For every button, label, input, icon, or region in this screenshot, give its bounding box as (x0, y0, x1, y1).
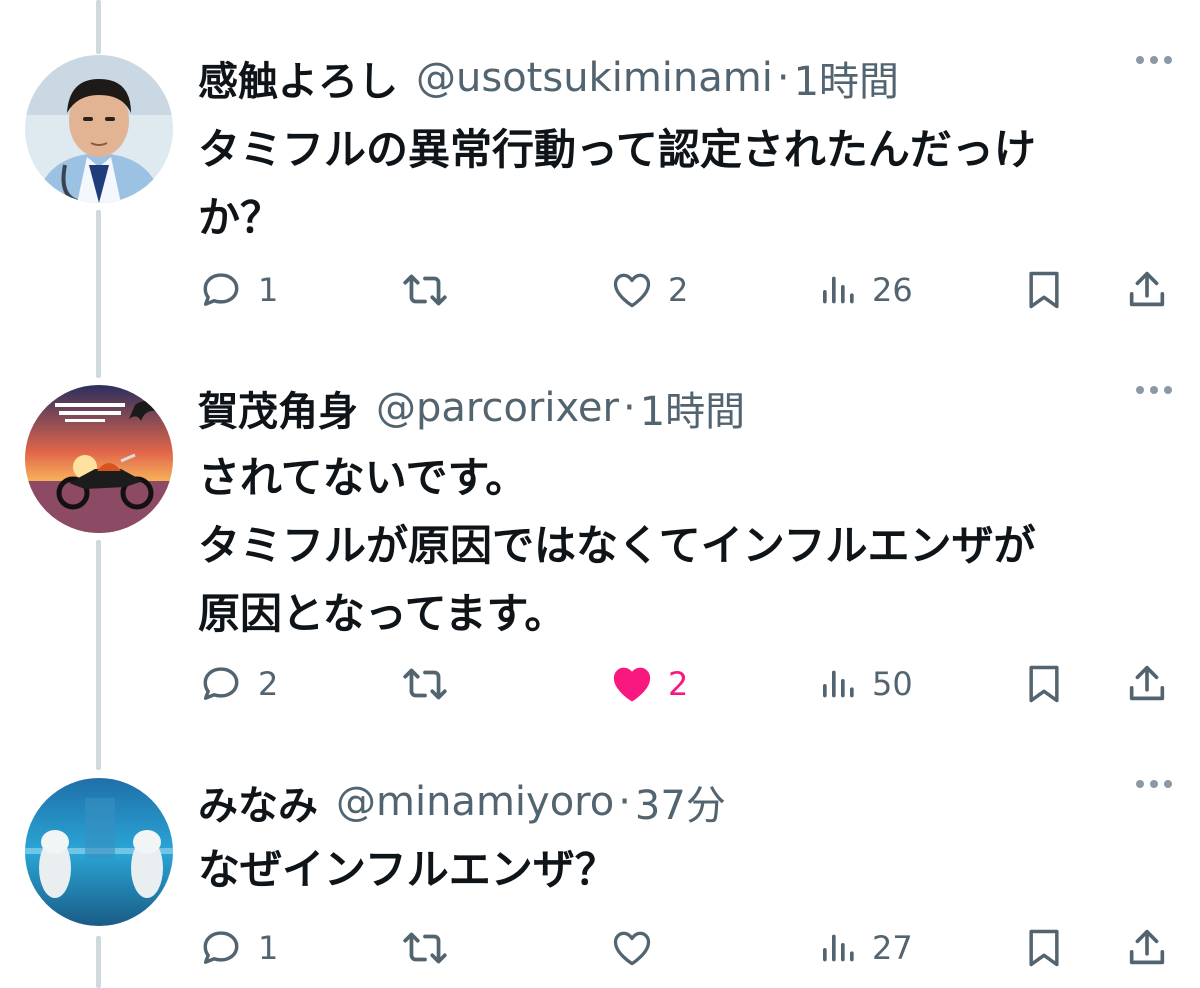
bookmark-icon (1029, 271, 1059, 309)
heart-icon (613, 667, 651, 702)
retweet-button[interactable] (400, 654, 464, 714)
bookmark-icon (1029, 665, 1059, 703)
tweet-text: なぜインフルエンザ？ (198, 836, 1158, 904)
tweet-text-line: か？ (198, 193, 283, 242)
share-icon (1129, 665, 1165, 701)
tweet-text-line: されてないです。 (198, 453, 528, 502)
tweet-header: 賀茂角身 @parcorixer · 1時間 (198, 380, 745, 436)
reply-icon (203, 931, 239, 964)
action-bar: 1 2 26 (0, 260, 1200, 320)
views-icon (823, 934, 854, 962)
timestamp[interactable]: 37分 (635, 773, 726, 831)
like-count: 2 (668, 271, 689, 309)
reply-button[interactable]: 1 (198, 260, 278, 320)
more-icon[interactable] (1136, 386, 1172, 394)
like-button[interactable]: 2 (610, 654, 688, 714)
reply-count: 1 (258, 929, 279, 967)
retweet-icon (403, 932, 447, 964)
action-bar: 1 27 (0, 918, 1200, 978)
reply-icon (203, 667, 239, 700)
retweet-icon (403, 668, 447, 700)
like-button[interactable]: 2 (610, 260, 688, 320)
views-button[interactable]: 26 (818, 260, 913, 320)
like-button[interactable] (610, 918, 668, 978)
user-handle[interactable]: @parcorixer (376, 385, 619, 431)
bookmark-button[interactable] (1022, 918, 1066, 978)
heart-icon (613, 931, 651, 966)
thread-line (96, 0, 101, 54)
bookmark-button[interactable] (1022, 654, 1066, 714)
user-handle[interactable]: @minamiyoro (336, 779, 614, 825)
tweet-header: 感触よろし @usotsukiminami · 1時間 (198, 50, 899, 106)
separator: · (776, 55, 790, 101)
display-name[interactable]: みなみ (198, 773, 318, 831)
retweet-icon (403, 274, 447, 306)
share-button[interactable] (1124, 918, 1170, 978)
reply-button[interactable]: 2 (198, 654, 278, 714)
display-name[interactable]: 賀茂角身 (198, 379, 358, 437)
views-icon (823, 276, 854, 304)
tweet-text-line: タミフルの異常行動って認定されたんだっけ (198, 125, 1036, 174)
reply-count: 1 (258, 271, 279, 309)
heart-icon (613, 273, 651, 308)
bookmark-icon (1029, 929, 1059, 967)
views-button[interactable]: 27 (818, 918, 913, 978)
reply-count: 2 (258, 665, 279, 703)
user-handle[interactable]: @usotsukiminami (416, 55, 773, 101)
timestamp[interactable]: 1時間 (794, 49, 899, 107)
views-count: 50 (872, 665, 913, 703)
more-icon[interactable] (1136, 780, 1172, 788)
share-button[interactable] (1124, 654, 1170, 714)
reply-button[interactable]: 1 (198, 918, 278, 978)
avatar[interactable] (25, 778, 173, 926)
avatar[interactable] (25, 55, 173, 203)
share-icon (1129, 929, 1165, 965)
tweet-text-line: タミフルが原因ではなくてインフルエンザが (198, 521, 1036, 570)
tweet-text: タミフルの異常行動って認定されたんだっけ か？ (198, 116, 1158, 252)
views-count: 26 (872, 271, 913, 309)
timestamp[interactable]: 1時間 (640, 379, 745, 437)
avatar[interactable] (25, 385, 173, 533)
more-icon[interactable] (1136, 56, 1172, 64)
separator: · (623, 385, 636, 431)
tweet-text-line: 原因となってます。 (198, 589, 567, 638)
tweet-header: みなみ @minamiyoro · 37分 (198, 774, 726, 830)
share-button[interactable] (1124, 260, 1170, 320)
action-bar: 2 2 50 (0, 654, 1200, 714)
tweet-text-line: なぜインフルエンザ？ (198, 845, 617, 894)
views-icon (823, 670, 854, 698)
tweet-text: されてないです。 タミフルが原因ではなくてインフルエンザが 原因となってます。 (198, 444, 1158, 648)
display-name[interactable]: 感触よろし (198, 49, 398, 107)
views-button[interactable]: 50 (818, 654, 913, 714)
retweet-button[interactable] (400, 260, 464, 320)
like-count: 2 (668, 665, 689, 703)
bookmark-button[interactable] (1022, 260, 1066, 320)
share-icon (1129, 271, 1165, 307)
views-count: 27 (872, 929, 913, 967)
reply-icon (203, 273, 239, 306)
separator: · (618, 779, 631, 825)
retweet-button[interactable] (400, 918, 464, 978)
